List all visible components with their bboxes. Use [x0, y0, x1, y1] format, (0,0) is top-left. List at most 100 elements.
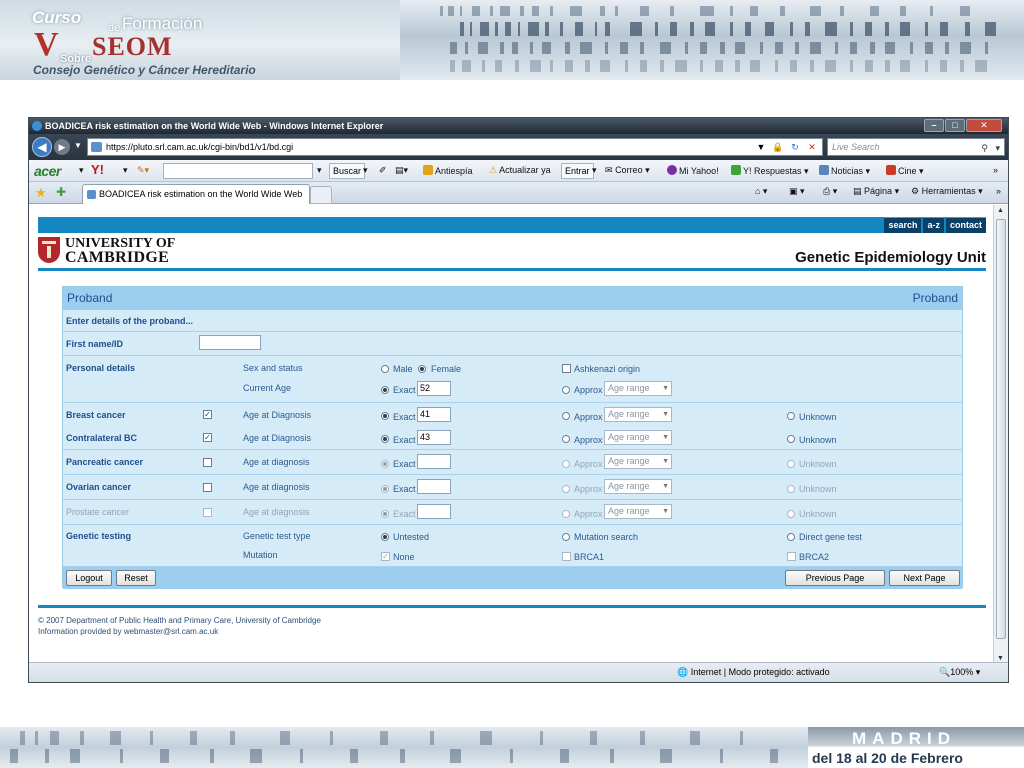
home-icon[interactable]: ⌂ ▾	[755, 186, 767, 197]
correo-button[interactable]: ✉ Correo ▾	[605, 165, 650, 176]
current-age-exact-radio[interactable]	[381, 386, 389, 394]
entrar-dropdown-icon[interactable]: ▾	[592, 165, 597, 176]
acer-logo[interactable]: acer	[34, 163, 61, 179]
search-link[interactable]: search	[884, 217, 922, 233]
new-tab-button[interactable]	[310, 186, 332, 204]
breast-age-input[interactable]: 41	[417, 407, 451, 422]
search-dropdown-icon[interactable]: ▾	[995, 140, 1000, 156]
contact-link[interactable]: contact	[945, 217, 986, 233]
pancreatic-age-input[interactable]	[417, 454, 451, 469]
prostate-approx-radio[interactable]	[562, 510, 570, 518]
reset-button[interactable]: Reset	[116, 570, 156, 586]
first-name-input[interactable]	[199, 335, 261, 350]
buscar-button[interactable]: Buscar	[329, 163, 366, 179]
forward-button[interactable]: ▶	[54, 139, 70, 155]
current-age-approx-radio[interactable]	[562, 386, 570, 394]
contralateral-approx-radio[interactable]	[562, 435, 570, 443]
next-page-button[interactable]: Next Page	[889, 570, 960, 586]
contralateral-unknown-radio[interactable]	[787, 435, 795, 443]
a-z-link[interactable]: a-z	[923, 217, 944, 233]
ovarian-approx-radio[interactable]	[562, 485, 570, 493]
form-icon[interactable]: ▤▾	[395, 165, 408, 176]
highlight-icon[interactable]: ✐	[379, 165, 387, 176]
pancreatic-exact-radio[interactable]	[381, 460, 389, 468]
breast-exact-radio[interactable]	[381, 412, 389, 420]
scroll-down-icon[interactable]: ▼	[997, 655, 1004, 662]
breast-approx-radio[interactable]	[562, 412, 570, 420]
respuestas-button[interactable]: Y! Respuestas ▾	[731, 165, 809, 177]
footer-webmaster[interactable]: Information provided by webmaster@srl.ca…	[38, 626, 321, 637]
feeds-icon[interactable]: ▣ ▾	[789, 186, 805, 197]
live-search-input[interactable]: Live Search ⚲ ▾	[827, 138, 1005, 156]
refresh-icon[interactable]: ↻	[788, 140, 802, 154]
noticias-button[interactable]: Noticias ▾	[819, 165, 870, 177]
ovarian-unknown-radio[interactable]	[787, 485, 795, 493]
prostate-age-input[interactable]	[417, 504, 451, 519]
prostate-unknown-radio[interactable]	[787, 510, 795, 518]
current-age-input[interactable]: 52	[417, 381, 451, 396]
scroll-up-icon[interactable]: ▲	[997, 207, 1004, 214]
cine-button[interactable]: Cine ▾	[886, 165, 924, 177]
yahoo-logo[interactable]: Y!	[91, 162, 104, 177]
toolbar-search-field[interactable]	[163, 163, 313, 179]
prostate-age-range-select[interactable]: Age range ▼	[604, 504, 672, 519]
command-overflow-icon[interactable]: »	[996, 186, 1001, 196]
direct-gene-test-radio[interactable]	[787, 533, 795, 541]
pagina-menu[interactable]: ▤ Página ▾	[853, 186, 899, 197]
prostate-exact-radio[interactable]	[381, 510, 389, 518]
untested-radio[interactable]	[381, 533, 389, 541]
lock-icon[interactable]: 🔒	[771, 140, 785, 154]
pencil-icon[interactable]: ✎▾	[137, 165, 149, 176]
contralateral-checkbox[interactable]: ✓	[203, 433, 212, 442]
yahoo-dropdown-icon[interactable]: ▾	[123, 165, 128, 176]
brca2-checkbox[interactable]	[787, 552, 796, 561]
none-checkbox[interactable]: ✓	[381, 552, 390, 561]
acer-dropdown-icon[interactable]: ▾	[79, 165, 84, 176]
contralateral-age-input[interactable]: 43	[417, 430, 451, 445]
pancreatic-unknown-radio[interactable]	[787, 460, 795, 468]
breast-age-range-select[interactable]: Age range ▼	[604, 407, 672, 422]
history-dropdown-icon[interactable]: ▼	[74, 141, 82, 150]
buscar-dropdown-icon[interactable]: ▾	[363, 165, 368, 176]
add-favorite-icon[interactable]: ✚	[56, 185, 66, 199]
ovarian-age-input[interactable]	[417, 479, 451, 494]
contralateral-exact-radio[interactable]	[381, 435, 389, 443]
pancreatic-age-range-select[interactable]: Age range ▼	[604, 454, 672, 469]
ovarian-checkbox[interactable]	[203, 483, 212, 492]
mutation-search-radio[interactable]	[562, 533, 570, 541]
print-icon[interactable]: ⎙ ▾	[823, 186, 837, 197]
breast-cancer-checkbox[interactable]: ✓	[203, 410, 212, 419]
current-age-range-select[interactable]: Age range ▼	[604, 381, 672, 396]
toolbar-search-dropdown-icon[interactable]: ▾	[317, 165, 322, 176]
url-dropdown-icon[interactable]: ▼	[754, 140, 768, 154]
pancreatic-checkbox[interactable]	[203, 458, 212, 467]
ovarian-exact-radio[interactable]	[381, 485, 389, 493]
search-icon[interactable]: ⚲	[981, 140, 988, 156]
favorites-star-icon[interactable]: ★	[35, 185, 47, 201]
male-radio[interactable]	[381, 365, 389, 373]
internet-zone[interactable]: 🌐 Internet | Modo protegido: activado	[677, 667, 830, 678]
close-button[interactable]: ✕	[966, 119, 1002, 132]
minimize-button[interactable]: –	[924, 119, 944, 132]
maximize-button[interactable]: □	[945, 119, 965, 132]
previous-page-button[interactable]: Previous Page	[785, 570, 885, 586]
toolbar-overflow-icon[interactable]: »	[993, 165, 998, 175]
ashkenazi-checkbox[interactable]	[562, 364, 571, 373]
entrar-button[interactable]: Entrar	[561, 163, 594, 179]
prostate-checkbox[interactable]	[203, 508, 212, 517]
back-button[interactable]: ◀	[32, 137, 52, 157]
contralateral-age-range-select[interactable]: Age range ▼	[604, 430, 672, 445]
stop-icon[interactable]: ✕	[805, 140, 819, 154]
pancreatic-approx-radio[interactable]	[562, 460, 570, 468]
brca1-checkbox[interactable]	[562, 552, 571, 561]
female-radio[interactable]	[418, 365, 426, 373]
tab-boadicea[interactable]: BOADICEA risk estimation on the World Wi…	[82, 184, 310, 204]
breast-unknown-radio[interactable]	[787, 412, 795, 420]
zoom-control[interactable]: 🔍100% ▾	[939, 667, 980, 678]
herramientas-menu[interactable]: ⚙ Herramientas ▾	[911, 186, 983, 197]
ovarian-age-range-select[interactable]: Age range ▼	[604, 479, 672, 494]
mi-yahoo-button[interactable]: Mi Yahoo!	[667, 165, 719, 176]
url-input[interactable]: https://pluto.srl.cam.ac.uk/cgi-bin/bd1/…	[87, 138, 823, 156]
actualizar-button[interactable]: ⚠ Actualizar ya	[489, 165, 551, 176]
vertical-scrollbar[interactable]: ▲ ▼	[993, 205, 1008, 664]
